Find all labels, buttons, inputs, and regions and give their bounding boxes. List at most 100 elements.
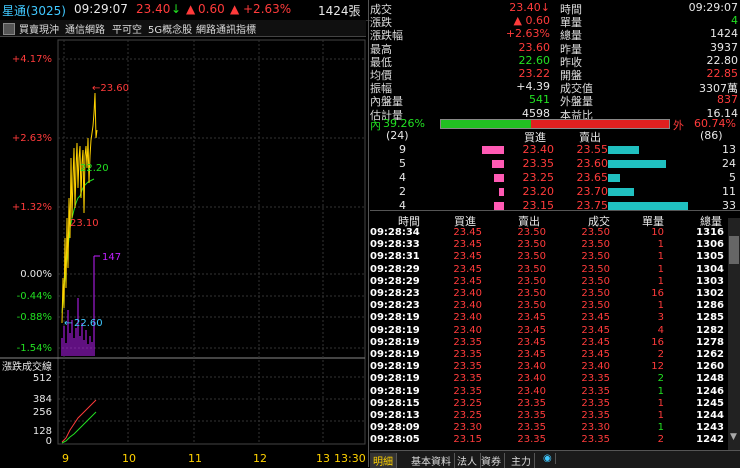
tick-cell-v: 1278: [696, 336, 724, 348]
tick-cell-b: 23.35: [453, 361, 482, 373]
tick-cell-q: 16: [651, 336, 664, 348]
price-tick: +4.17%: [12, 54, 52, 65]
tick-cell-s: 23.35: [517, 410, 546, 421]
price-tick: 0.00%: [20, 269, 52, 280]
tick-cell-t: 09:28:33: [370, 239, 420, 251]
ask-depth-bar: [608, 202, 688, 210]
low-marker-label: 23.10: [70, 218, 99, 229]
tick-cell-p: 23.50: [581, 227, 610, 238]
time-tick: 11: [188, 452, 202, 465]
vol-tick: 384: [33, 394, 52, 405]
tag-short-sell[interactable]: 平可空: [112, 21, 142, 36]
tick-row[interactable]: 09:28:34 23.45 23.50 23.50 10 1316: [370, 227, 728, 239]
tick-cell-t: 09:28:15: [370, 397, 420, 409]
quote-value: +4.39: [516, 80, 550, 94]
intraday-chart[interactable]: +4.17% +2.63% +1.32% 0.00% -0.44% -0.88%…: [0, 38, 368, 467]
change-pct-up-icon: ▲: [230, 2, 240, 16]
tick-row[interactable]: 09:28:05 23.15 23.35 23.35 2 1242: [370, 434, 728, 446]
tick-cell-b: 23.40: [453, 300, 482, 312]
tick-cell-t: 09:28:19: [370, 336, 420, 348]
tick-cell-b: 23.15: [453, 434, 482, 446]
tab-institutional[interactable]: 法人: [454, 453, 481, 468]
tick-row[interactable]: 09:28:13 23.25 23.35 23.35 1 1244: [370, 410, 728, 422]
tick-row[interactable]: 09:28:19 23.40 23.45 23.45 3 1285: [370, 312, 728, 324]
tick-cell-p: 23.50: [581, 263, 610, 275]
chart-frame: [57, 39, 366, 445]
tick-cell-p: 23.50: [581, 251, 610, 263]
tick-cell-p: 23.50: [581, 288, 610, 299]
tick-row[interactable]: 09:28:19 23.40 23.45 23.45 4 1282: [370, 325, 728, 337]
scrollbar-thumb[interactable]: [729, 236, 739, 264]
tick-cell-p: 23.50: [581, 300, 610, 312]
tick-cell-p: 23.35: [581, 373, 610, 385]
tick-row[interactable]: 09:28:09 23.30 23.35 23.30 1 1243: [370, 422, 728, 434]
header-price: 23.40: [136, 2, 171, 16]
tick-cell-t: 09:28:23: [370, 288, 420, 299]
tick-cell-q: 1: [657, 410, 664, 421]
tick-cell-v: 1245: [696, 397, 724, 409]
tag-network-index[interactable]: 網路通訊指標: [196, 21, 256, 36]
tick-cell-v: 1306: [696, 239, 724, 251]
tick-list[interactable]: 時間 買進 賣出 成交 單量 總量 09:28:34 23.45 23.50 23.50 10 131…: [370, 212, 728, 450]
tick-cell-b: 23.30: [453, 422, 482, 434]
tick-cell-v: 1286: [696, 300, 724, 312]
tab-margin[interactable]: 資券: [478, 453, 505, 468]
tab-basic-info[interactable]: 基本資料: [408, 453, 455, 468]
quote-value: 22.60: [518, 53, 551, 67]
scroll-down-icon[interactable]: ▼: [730, 432, 737, 442]
tick-row[interactable]: 09:28:19 23.35 23.45 23.45 16 1278: [370, 337, 728, 349]
tick-cell-b: 23.40: [453, 324, 482, 336]
price-tick: -0.44%: [17, 291, 52, 302]
tag-communication-network[interactable]: 通信網路: [65, 21, 105, 36]
tick-cell-b: 23.45: [453, 227, 482, 238]
tick-cell-s: 23.50: [517, 239, 546, 251]
tick-cell-p: 23.45: [581, 312, 610, 324]
tab-detail[interactable]: 明細: [370, 453, 397, 468]
tick-cell-s: 23.50: [517, 251, 546, 263]
bid-depth-bar: [482, 146, 504, 154]
tick-cell-s: 23.50: [517, 227, 546, 238]
tick-cell-b: 23.40: [453, 288, 482, 299]
collapse-toggle-icon[interactable]: [3, 23, 15, 35]
tick-row[interactable]: 09:28:19 23.35 23.45 23.45 2 1262: [370, 349, 728, 361]
tick-cell-t: 09:28:29: [370, 275, 420, 287]
tick-cell-v: 1303: [696, 275, 724, 287]
tick-row[interactable]: 09:28:19 23.35 23.40 23.35 1 1246: [370, 386, 728, 398]
tick-row[interactable]: 09:28:19 23.35 23.40 23.35 2 1248: [370, 373, 728, 385]
globe-icon[interactable]: ◉: [540, 453, 556, 464]
tick-row[interactable]: 09:28:15 23.25 23.35 23.35 1 1245: [370, 398, 728, 410]
tick-cell-q: 1: [657, 385, 664, 397]
bid-qty: 2: [399, 185, 406, 198]
tick-cell-v: 1316: [696, 227, 724, 238]
vol-tick: 0: [46, 436, 52, 447]
tab-main-force[interactable]: 主力: [508, 453, 535, 468]
tick-cell-p: 23.35: [581, 410, 610, 421]
tick-row[interactable]: 09:28:19 23.35 23.40 23.40 12 1260: [370, 361, 728, 373]
bid-price: 23.35: [522, 157, 555, 170]
stock-name[interactable]: 星通(3025): [2, 2, 66, 19]
tick-row[interactable]: 09:28:33 23.45 23.50 23.50 1 1306: [370, 239, 728, 251]
tick-row[interactable]: 09:28:31 23.45 23.50 23.50 1 1305: [370, 251, 728, 263]
tag-5g-concept[interactable]: 5G概念股: [148, 21, 192, 36]
tick-scrollbar[interactable]: ▼: [728, 218, 740, 450]
tick-cell-v: 1242: [696, 434, 724, 446]
tick-cell-s: 23.45: [517, 324, 546, 336]
tick-cell-v: 1304: [696, 263, 724, 275]
tag-day-trade[interactable]: 買賣現沖: [19, 21, 59, 36]
tick-cell-q: 1: [657, 239, 664, 251]
tick-cell-q: 1: [657, 263, 664, 275]
tick-cell-q: 1: [657, 397, 664, 409]
tick-row[interactable]: 09:28:29 23.45 23.50 23.50 1 1303: [370, 276, 728, 288]
tick-cell-t: 09:28:19: [370, 324, 420, 336]
tick-row[interactable]: 09:28:23 23.40 23.50 23.50 1 1286: [370, 300, 728, 312]
tick-cell-t: 09:28:23: [370, 300, 420, 312]
ask-qty: 11: [722, 185, 736, 198]
tick-cell-b: 23.25: [453, 397, 482, 409]
tick-cell-v: 1260: [696, 361, 724, 373]
tick-row[interactable]: 09:28:23 23.40 23.50 23.50 16 1302: [370, 288, 728, 300]
high-label: ←23.60: [92, 83, 129, 94]
time-tick: 10: [122, 452, 136, 465]
tick-cell-t: 09:28:19: [370, 349, 420, 360]
tick-row[interactable]: 09:28:29 23.45 23.50 23.50 1 1304: [370, 264, 728, 276]
tick-cell-q: 2: [657, 349, 664, 360]
